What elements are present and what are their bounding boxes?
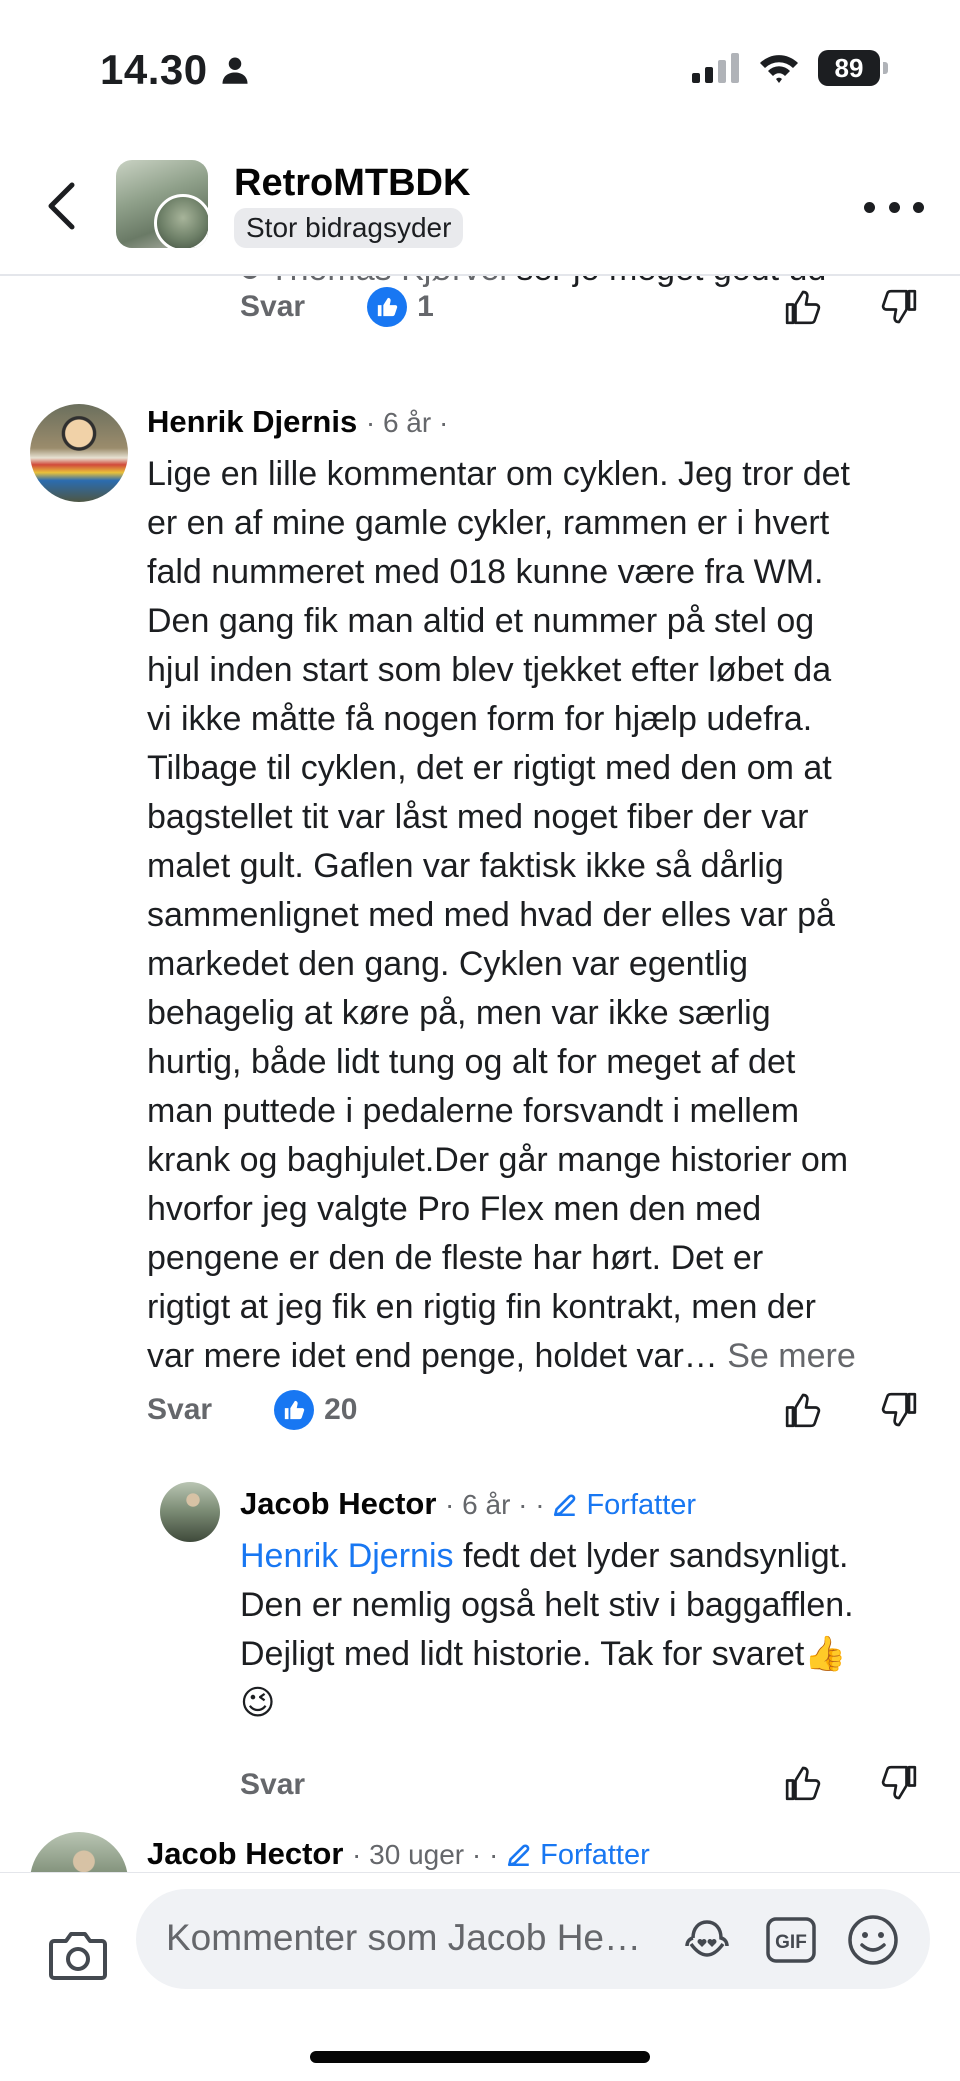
clock: 14.30 xyxy=(100,46,208,93)
upvote-button[interactable] xyxy=(780,1387,826,1433)
comment-author-line: Henrik Djernis · 6 år · xyxy=(147,404,448,440)
gif-icon: GIF xyxy=(766,1917,816,1963)
bullet-icon xyxy=(243,276,257,279)
thumbs-up-icon xyxy=(377,297,398,317)
thumbs-down-icon xyxy=(881,289,917,324)
status-indicators: 89 xyxy=(692,50,888,86)
downvote-button[interactable] xyxy=(876,1387,922,1433)
camera-icon xyxy=(49,1932,107,1980)
thumbs-down-icon xyxy=(881,1392,917,1427)
home-indicator xyxy=(310,2051,650,2063)
thumbs-up-icon xyxy=(785,290,821,325)
comment-input[interactable] xyxy=(166,1917,656,1959)
battery-level: 89 xyxy=(834,52,864,83)
like-reaction-icon xyxy=(274,1390,315,1430)
back-button[interactable] xyxy=(36,176,86,236)
like-reaction-icon xyxy=(367,287,408,327)
comment-box[interactable]: GIF xyxy=(136,1889,930,1989)
group-avatar[interactable] xyxy=(116,160,208,248)
gif-button[interactable]: GIF xyxy=(764,1913,818,1967)
comment-text: Lige en lille kommentar om cyklen. Jeg t… xyxy=(147,455,850,1375)
signal-icon xyxy=(692,53,739,83)
downvote-button[interactable] xyxy=(876,284,922,330)
thumbs-down-icon xyxy=(881,1765,917,1800)
reply-button[interactable]: Svar xyxy=(240,290,305,324)
reply-author-line: Jacob Hector · 6 år · · Forfatter xyxy=(240,1486,696,1522)
upvote-button[interactable] xyxy=(780,284,826,330)
more-dot xyxy=(913,201,924,213)
author-badge: Forfatter xyxy=(552,1489,696,1521)
reply-avatar[interactable] xyxy=(160,1482,220,1542)
reply-time: 6 år xyxy=(462,1489,511,1520)
comment-time: 30 uger xyxy=(369,1839,465,1870)
reply-body: Henrik Djernis fedt det lyder sandsynlig… xyxy=(240,1532,940,1728)
comment-meta: · 30 uger · · xyxy=(352,1839,507,1870)
avatar-sticker-button[interactable] xyxy=(680,1913,734,1967)
comment-body: Lige en lille kommentar om cyklen. Jeg t… xyxy=(147,450,937,1381)
comment-composer: GIF xyxy=(0,1872,960,2081)
svg-text:GIF: GIF xyxy=(775,1932,807,1953)
like-count: 1 xyxy=(417,290,434,323)
camera-button[interactable] xyxy=(48,1929,108,1981)
upvote-button[interactable] xyxy=(780,1760,826,1806)
comment-actions: Svar 1 xyxy=(240,282,434,332)
commenter-avatar[interactable] xyxy=(30,1832,128,1872)
comment-actions: Svar 20 xyxy=(147,1385,357,1435)
thumbs-up-icon xyxy=(785,1766,821,1801)
more-dot xyxy=(864,201,875,213)
comment-meta: · 6 år · xyxy=(365,407,449,438)
commenter-avatar[interactable] xyxy=(30,404,128,502)
thumbs-up-icon xyxy=(785,1393,821,1428)
pencil-icon xyxy=(508,1844,530,1867)
user-mini-avatar xyxy=(154,194,208,248)
more-dot xyxy=(888,201,900,213)
reply-actions: Svar xyxy=(240,1760,305,1810)
group-name[interactable]: RetroMTBDK xyxy=(234,162,470,205)
group-header: RetroMTBDK Stor bidragsyder xyxy=(0,140,960,276)
like-count: 20 xyxy=(324,1393,358,1426)
emoji-icon xyxy=(848,1915,898,1965)
pencil-icon xyxy=(554,1494,576,1517)
comment-author[interactable]: Jacob Hector xyxy=(147,1836,343,1871)
person-icon xyxy=(222,57,248,84)
reaction-summary[interactable]: 1 xyxy=(367,287,434,327)
reaction-summary[interactable]: 20 xyxy=(274,1390,357,1430)
contributor-badge: Stor bidragsyder xyxy=(234,208,464,248)
reply-button[interactable]: Svar xyxy=(147,1393,212,1427)
author-badge: Forfatter xyxy=(506,1839,650,1871)
downvote-button[interactable] xyxy=(876,1760,922,1806)
thumbs-up-icon xyxy=(284,1400,305,1420)
status-bar: 14.30 89 xyxy=(0,0,960,140)
reply-author[interactable]: Jacob Hector xyxy=(240,1486,436,1521)
wifi-icon xyxy=(760,55,798,83)
reply-button[interactable]: Svar xyxy=(240,1768,305,1802)
comments-feed[interactable]: Thomas Kjørvel ser jo meget godt ud Svar… xyxy=(0,276,960,1872)
chevron-left-icon xyxy=(48,182,75,230)
see-more-link[interactable]: Se mere xyxy=(727,1337,856,1375)
comment-author[interactable]: Henrik Djernis xyxy=(147,404,357,439)
battery-icon: 89 xyxy=(818,50,888,86)
emoji-button[interactable] xyxy=(846,1913,900,1967)
more-options-button[interactable] xyxy=(864,192,924,222)
comment-time: 6 år xyxy=(382,407,432,438)
author-badge-label: Forfatter xyxy=(540,1839,650,1871)
avatar-sticker-icon xyxy=(685,1920,729,1957)
author-badge-label: Forfatter xyxy=(586,1489,697,1521)
reply-meta: · 6 år · · xyxy=(445,1489,553,1520)
status-time: 14.30 xyxy=(100,46,250,94)
mention-link[interactable]: Henrik Djernis xyxy=(240,1537,454,1575)
comment-author-line: Jacob Hector · 30 uger · · Forfatter xyxy=(147,1836,650,1872)
